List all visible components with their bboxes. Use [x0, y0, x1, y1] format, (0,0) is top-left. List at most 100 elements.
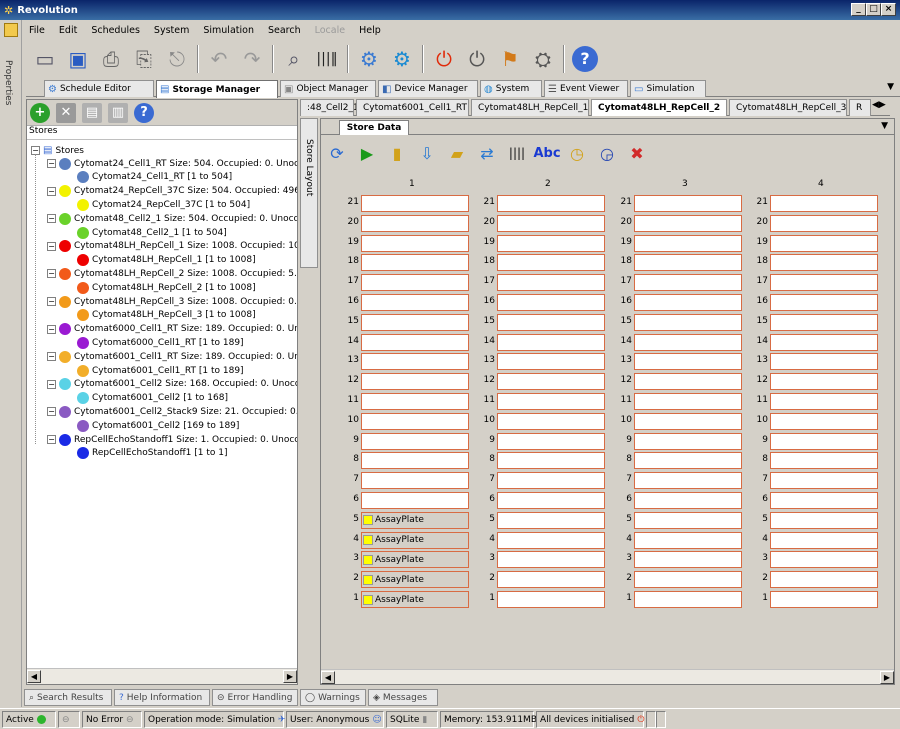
run-icon[interactable]: ⚙	[387, 44, 417, 74]
slot-empty[interactable]	[497, 531, 605, 549]
tree-store-item[interactable]: − Cytomat6001_Cell2_Stack9 Size: 21. Occu…	[47, 405, 297, 418]
slot-empty[interactable]	[770, 531, 878, 549]
tree-store-item[interactable]: − RepCellEchoStandoff1 Size: 1. Occupied:…	[47, 433, 297, 446]
tab-store-r[interactable]: R	[849, 99, 871, 116]
camera-icon[interactable]: ⛭	[528, 44, 558, 74]
tab-store-data[interactable]: Store Data	[339, 120, 409, 135]
tabs-scroll-arrows-icon[interactable]: ◀▶	[872, 100, 886, 110]
slot-empty[interactable]	[361, 333, 469, 351]
tree-store-item[interactable]: − Cytomat48LH_RepCell_3 Size: 1008. Occup…	[47, 295, 297, 308]
slot-empty[interactable]	[361, 254, 469, 272]
menu-edit[interactable]: Edit	[52, 25, 84, 36]
export-db-icon[interactable]: ▰	[443, 140, 471, 166]
clock-icon[interactable]: ◷	[563, 140, 591, 166]
slot-empty[interactable]	[634, 353, 742, 371]
slot-empty[interactable]	[634, 432, 742, 450]
database-icon[interactable]: ▮	[383, 140, 411, 166]
slot-empty[interactable]	[634, 214, 742, 232]
right-horizontal-scrollbar[interactable]: ◀ ▶	[321, 669, 894, 684]
tab-error-handling[interactable]: ⊝ Error Handling	[212, 689, 298, 706]
barcode-icon[interactable]: ||||	[503, 140, 531, 166]
tab-store-cytomat6001-cell1-rt[interactable]: Cytomat6001_Cell1_RT	[356, 99, 469, 116]
slot-empty[interactable]	[497, 333, 605, 351]
tab-schedule-editor[interactable]: ⚙ Schedule Editor	[44, 80, 154, 97]
collapse-icon[interactable]: −	[47, 241, 56, 251]
slot-empty[interactable]	[634, 393, 742, 410]
print-icon[interactable]: ⎙	[96, 44, 126, 74]
left-horizontal-scrollbar[interactable]: ◀ ▶	[27, 668, 297, 684]
slot-empty[interactable]	[634, 195, 742, 212]
tree-store-item[interactable]: − Cytomat48_Cell2_1 Size: 504. Occupied: …	[47, 212, 297, 225]
menu-schedules[interactable]: Schedules	[84, 25, 147, 36]
redo-icon[interactable]: ↷	[237, 44, 267, 74]
slot-empty[interactable]	[497, 472, 605, 490]
menu-system[interactable]: System	[147, 25, 196, 36]
tree-store-item[interactable]: − Cytomat6001_Cell2 Size: 168. Occupied: …	[47, 378, 297, 391]
slot-empty[interactable]	[634, 531, 742, 549]
slot-empty[interactable]	[634, 571, 742, 589]
minimize-button[interactable]: _	[851, 3, 866, 16]
slot-empty[interactable]	[497, 511, 605, 529]
slot-empty[interactable]	[770, 571, 878, 589]
slot-empty[interactable]	[497, 274, 605, 292]
slot-empty[interactable]	[770, 333, 878, 351]
slot-empty[interactable]	[361, 214, 469, 232]
slot-empty[interactable]	[770, 373, 878, 391]
help-icon[interactable]: ?	[570, 44, 600, 74]
collapse-icon[interactable]: −	[47, 297, 56, 306]
slot-empty[interactable]	[634, 294, 742, 311]
collapse-icon[interactable]: −	[47, 186, 56, 196]
slot-empty[interactable]	[770, 393, 878, 410]
slot-empty[interactable]	[634, 333, 742, 351]
tab-store-cell2-1[interactable]: :48_Cell2_1	[300, 99, 359, 116]
collapse-icon[interactable]: −	[47, 435, 56, 444]
slot-empty[interactable]	[634, 254, 742, 272]
slot-occupied[interactable]: AssayPlate	[361, 591, 469, 608]
tree-store-child[interactable]: Cytomat48LH_RepCell_2 [1 to 1008]	[77, 281, 256, 294]
menu-file[interactable]: File	[22, 25, 52, 36]
import-icon[interactable]: ⇩	[413, 140, 441, 166]
slot-empty[interactable]	[361, 373, 469, 391]
tree-store-child[interactable]: Cytomat48_Cell2_1 [1 to 504]	[77, 226, 227, 239]
slot-empty[interactable]	[497, 214, 605, 232]
tab-messages[interactable]: ◈ Messages	[368, 689, 438, 706]
slot-empty[interactable]	[361, 274, 469, 292]
tree-store-child[interactable]: Cytomat48LH_RepCell_3 [1 to 1008]	[77, 309, 256, 322]
slot-empty[interactable]	[497, 591, 605, 608]
store-layout-side-tab[interactable]: Store Layout	[300, 118, 318, 268]
slot-empty[interactable]	[634, 313, 742, 331]
slot-empty[interactable]	[497, 452, 605, 470]
slot-occupied[interactable]: AssayPlate	[361, 531, 469, 549]
slot-occupied[interactable]: AssayPlate	[361, 551, 469, 569]
slot-empty[interactable]	[497, 195, 605, 212]
scroll-left-icon[interactable]: ◀	[27, 670, 41, 683]
slot-empty[interactable]	[770, 591, 878, 608]
tab-simulation[interactable]: ▭ Simulation	[630, 80, 706, 97]
slot-empty[interactable]	[770, 412, 878, 430]
slot-empty[interactable]	[361, 472, 469, 490]
slot-empty[interactable]	[497, 393, 605, 410]
slot-empty[interactable]	[770, 195, 878, 212]
print-preview-icon[interactable]: ⎘	[129, 44, 159, 74]
tab-storage-manager[interactable]: ▤ Storage Manager	[156, 80, 278, 98]
tree-store-item[interactable]: − Cytomat6001_Cell1_RT Size: 189. Occupie…	[47, 350, 297, 363]
store-data-dropdown-icon[interactable]: ▼	[881, 121, 888, 131]
slot-empty[interactable]	[361, 412, 469, 430]
save-icon[interactable]: ▭	[30, 44, 60, 74]
collapse-icon[interactable]: −	[47, 324, 56, 334]
slot-empty[interactable]	[361, 294, 469, 311]
slot-empty[interactable]	[497, 571, 605, 589]
transfer-icon[interactable]: ⇄	[473, 140, 501, 166]
tree-store-item[interactable]: − Cytomat24_Cell1_RT Size: 504. Occupied:…	[47, 157, 297, 170]
tab-system[interactable]: ◍ System	[480, 80, 542, 97]
collapse-icon[interactable]: −	[47, 407, 56, 417]
slot-empty[interactable]	[497, 313, 605, 331]
collapse-icon[interactable]: −	[47, 269, 56, 279]
tree-store-child[interactable]: Cytomat6001_Cell1_RT [1 to 189]	[77, 364, 244, 377]
tab-device-manager[interactable]: ◧ Device Manager	[378, 80, 478, 97]
slot-empty[interactable]	[634, 373, 742, 391]
slot-empty[interactable]	[361, 432, 469, 450]
tree-store-child[interactable]: Cytomat6000_Cell1_RT [1 to 189]	[77, 336, 244, 349]
slot-empty[interactable]	[770, 472, 878, 490]
tab-store-repcell-2[interactable]: Cytomat48LH_RepCell_2	[591, 99, 727, 116]
